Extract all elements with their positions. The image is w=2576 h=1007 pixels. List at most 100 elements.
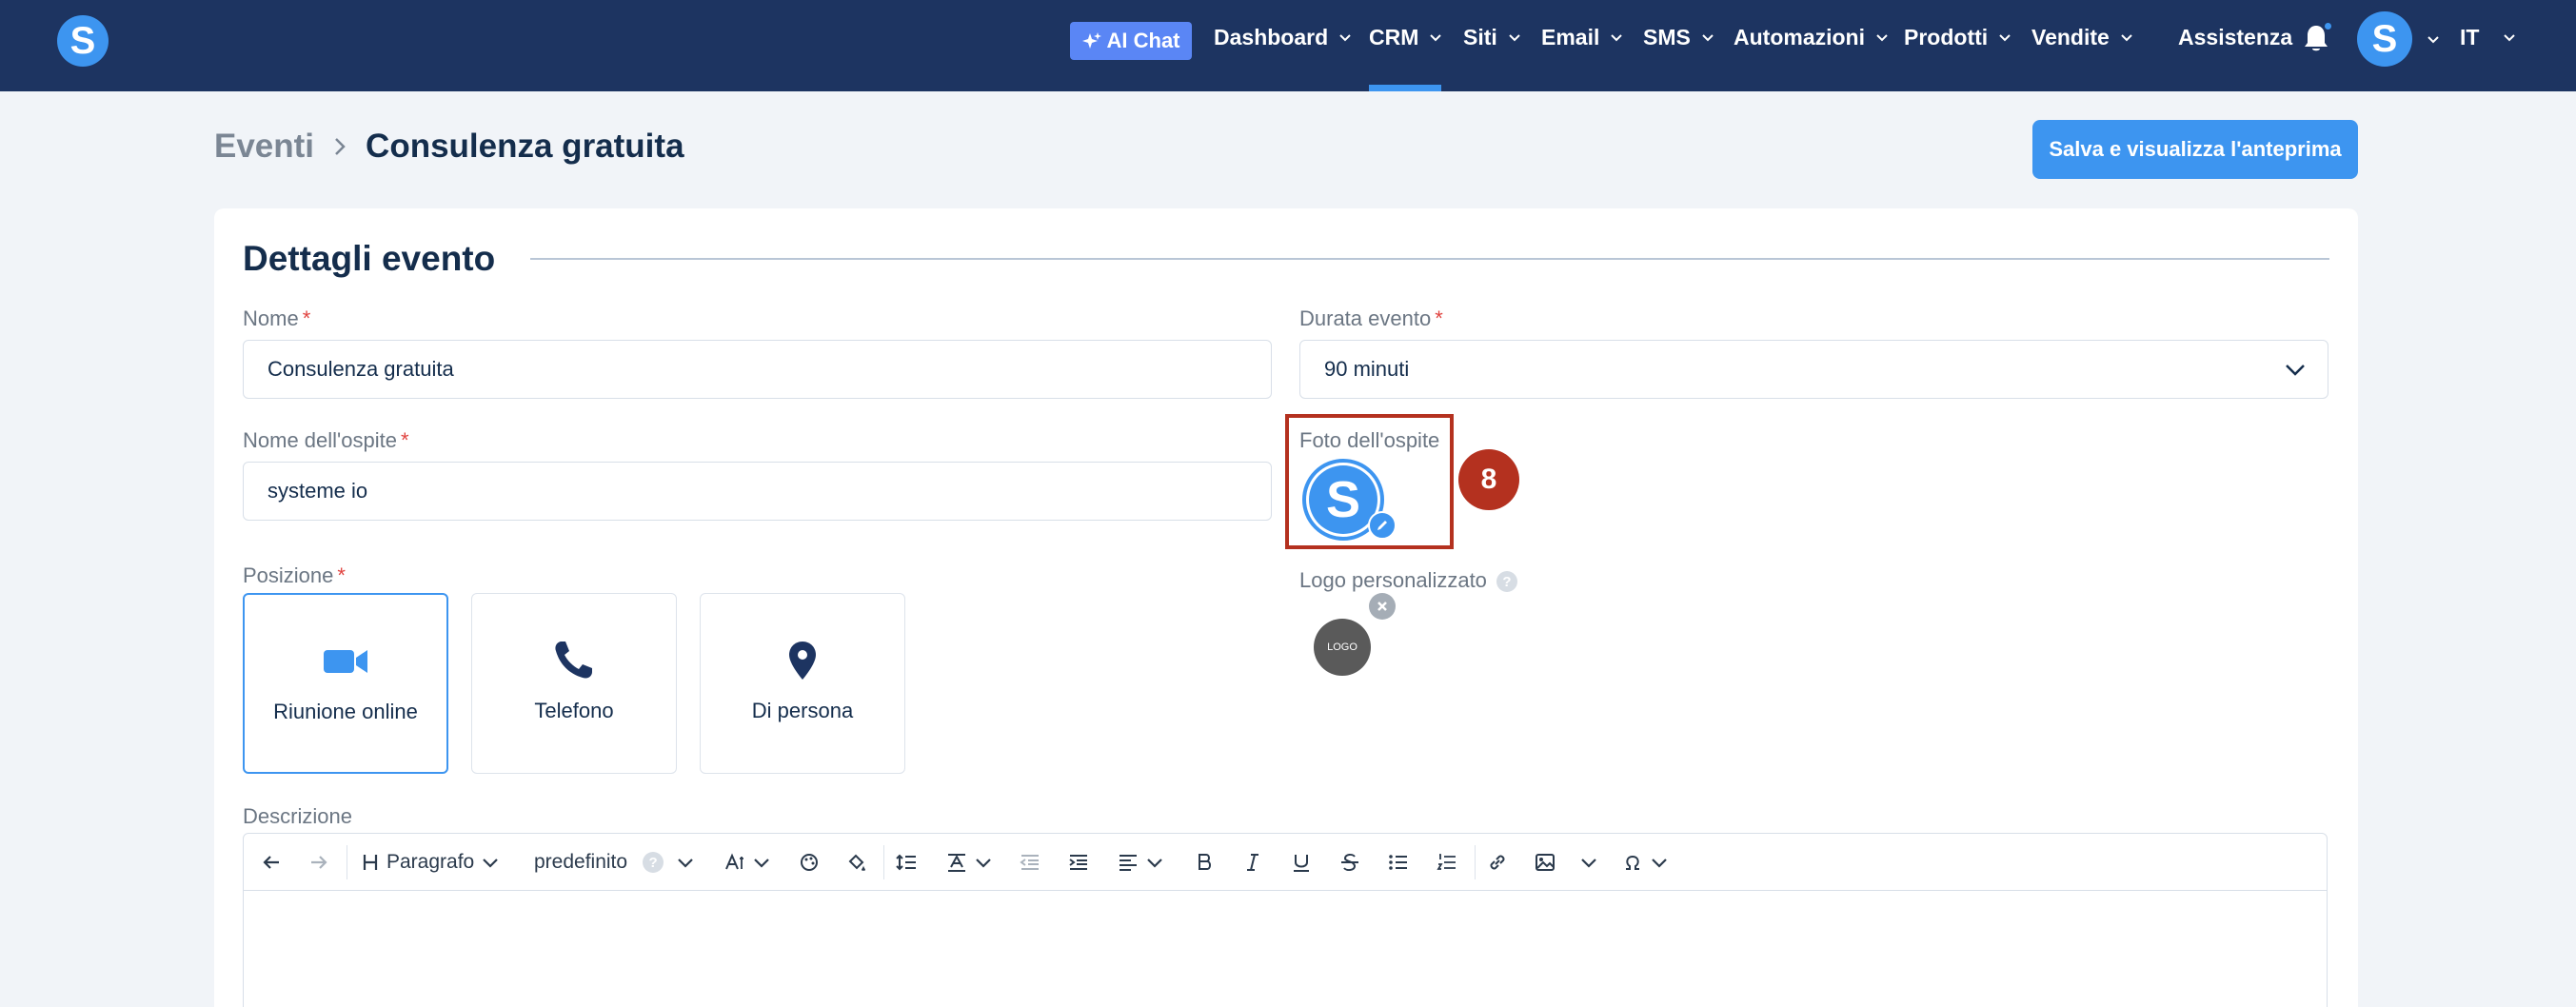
image-options-dropdown[interactable] — [1578, 849, 1599, 876]
align-left-icon — [1120, 855, 1137, 871]
font-dropdown[interactable]: predefinito ? — [534, 849, 696, 876]
chevron-down-icon — [2121, 34, 2132, 42]
host-name-label: Nome dell'ospite * — [243, 428, 409, 452]
background-color-button[interactable] — [846, 849, 867, 876]
numbered-list-icon — [1437, 854, 1456, 870]
text-color-button[interactable] — [799, 849, 820, 876]
text-format-icon — [948, 854, 965, 872]
top-navbar: S AI Chat Dashboard CRM Siti Email SMS A… — [0, 0, 2576, 91]
chevron-down-icon — [1581, 859, 1596, 868]
heading-label: Paragrafo — [386, 851, 475, 873]
description-editor[interactable]: Paragrafo predefinito ? — [243, 833, 2328, 1007]
section-title: Dettagli evento — [243, 239, 496, 278]
nav-item-assistenza[interactable]: Assistenza — [2178, 21, 2292, 53]
chevron-down-icon[interactable] — [2426, 31, 2441, 47]
arrow-right-icon — [311, 856, 327, 869]
font-label: predefinito — [534, 851, 628, 873]
nav-item-sms[interactable]: SMS — [1643, 21, 1715, 53]
indent-button[interactable] — [1068, 849, 1089, 876]
section-divider — [530, 258, 2329, 260]
brand-logo[interactable]: S — [57, 15, 109, 67]
underline-button[interactable] — [1291, 849, 1312, 876]
redo-button[interactable] — [308, 849, 329, 876]
chevron-down-icon — [1509, 34, 1520, 42]
line-height-button[interactable] — [896, 849, 917, 876]
underline-icon — [1294, 855, 1309, 872]
nav-item-prodotti[interactable]: Prodotti — [1904, 21, 2012, 53]
font-size-icon — [725, 853, 743, 870]
position-option-online[interactable]: Riunione online — [243, 593, 448, 774]
strikethrough-icon — [1341, 853, 1358, 872]
custom-logo-image[interactable]: LOGO — [1314, 619, 1371, 676]
duration-select[interactable]: 90 minuti — [1299, 340, 2328, 399]
chevron-down-icon — [1430, 34, 1442, 42]
language-selector[interactable]: IT — [2460, 21, 2517, 53]
align-dropdown[interactable] — [1118, 849, 1165, 876]
nav-item-label: Automazioni — [1734, 24, 1865, 49]
link-icon — [1490, 855, 1505, 870]
nav-active-indicator — [1369, 85, 1441, 91]
custom-logo-label: Logo personalizzato? — [1299, 568, 1517, 593]
strikethrough-button[interactable] — [1339, 849, 1360, 876]
nav-item-label: Vendite — [2031, 24, 2110, 49]
nav-item-vendite[interactable]: Vendite — [2031, 21, 2134, 53]
close-icon — [1377, 602, 1387, 611]
breadcrumb-parent[interactable]: Eventi — [214, 128, 314, 166]
font-size-dropdown[interactable] — [724, 849, 772, 876]
heading-icon — [363, 855, 378, 870]
outdent-button[interactable] — [1020, 849, 1040, 876]
arrow-left-icon — [263, 856, 279, 869]
help-icon[interactable]: ? — [1496, 571, 1517, 593]
phone-icon — [555, 642, 592, 679]
page-title: Consulenza gratuita — [366, 128, 684, 165]
ai-chat-button[interactable]: AI Chat — [1070, 22, 1192, 60]
host-name-input[interactable]: systeme io — [243, 462, 1272, 521]
remove-logo-button[interactable] — [1369, 593, 1396, 620]
undo-button[interactable] — [261, 849, 282, 876]
position-option-label: Riunione online — [273, 700, 418, 723]
edit-photo-button[interactable] — [1368, 511, 1397, 540]
nav-item-automazioni[interactable]: Automazioni — [1734, 21, 1890, 53]
position-option-label: Telefono — [534, 699, 614, 722]
special-characters-dropdown[interactable] — [1622, 849, 1670, 876]
help-icon[interactable]: ? — [643, 852, 664, 873]
heading-dropdown[interactable]: Paragrafo — [360, 849, 501, 876]
nav-item-label: Siti — [1463, 24, 1497, 49]
chevron-down-icon — [2286, 365, 2305, 376]
video-camera-icon — [324, 650, 367, 673]
editor-toolbar: Paragrafo predefinito ? — [244, 834, 2327, 891]
map-pin-icon — [789, 642, 816, 680]
bullet-list-button[interactable] — [1388, 849, 1409, 876]
bold-icon — [1199, 854, 1211, 870]
line-height-icon — [896, 854, 916, 871]
chevron-down-icon — [1702, 34, 1714, 42]
notification-dot — [2323, 21, 2333, 31]
chevron-down-icon — [976, 859, 991, 868]
position-option-in-person[interactable]: Di persona — [700, 593, 905, 774]
nav-item-label: Assistenza — [2178, 24, 2293, 49]
name-label: Nome * — [243, 306, 311, 330]
italic-icon — [1247, 854, 1258, 871]
nav-item-crm[interactable]: CRM — [1369, 21, 1443, 53]
avatar[interactable]: S — [2357, 11, 2412, 67]
name-input[interactable]: Consulenza gratuita — [243, 340, 1272, 399]
omega-icon — [1626, 855, 1639, 870]
image-button[interactable] — [1535, 849, 1556, 876]
chevron-down-icon — [483, 859, 499, 868]
save-preview-button[interactable]: Salva e visualizza l'anteprima — [2032, 120, 2358, 179]
position-option-phone[interactable]: Telefono — [471, 593, 677, 774]
italic-button[interactable] — [1242, 849, 1263, 876]
sparkle-icon — [1081, 32, 1101, 49]
bold-button[interactable] — [1194, 849, 1215, 876]
link-button[interactable] — [1487, 849, 1508, 876]
nav-item-label: Prodotti — [1904, 24, 1989, 49]
text-style-dropdown[interactable] — [946, 849, 994, 876]
numbered-list-button[interactable] — [1437, 849, 1457, 876]
chevron-down-icon — [1876, 34, 1888, 42]
description-label: Descrizione — [243, 804, 352, 828]
nav-item-email[interactable]: Email — [1541, 21, 1624, 53]
nav-item-siti[interactable]: Siti — [1463, 21, 1522, 53]
nav-item-dashboard[interactable]: Dashboard — [1214, 21, 1353, 53]
duration-value: 90 minuti — [1324, 357, 1410, 381]
chevron-down-icon — [754, 859, 769, 868]
